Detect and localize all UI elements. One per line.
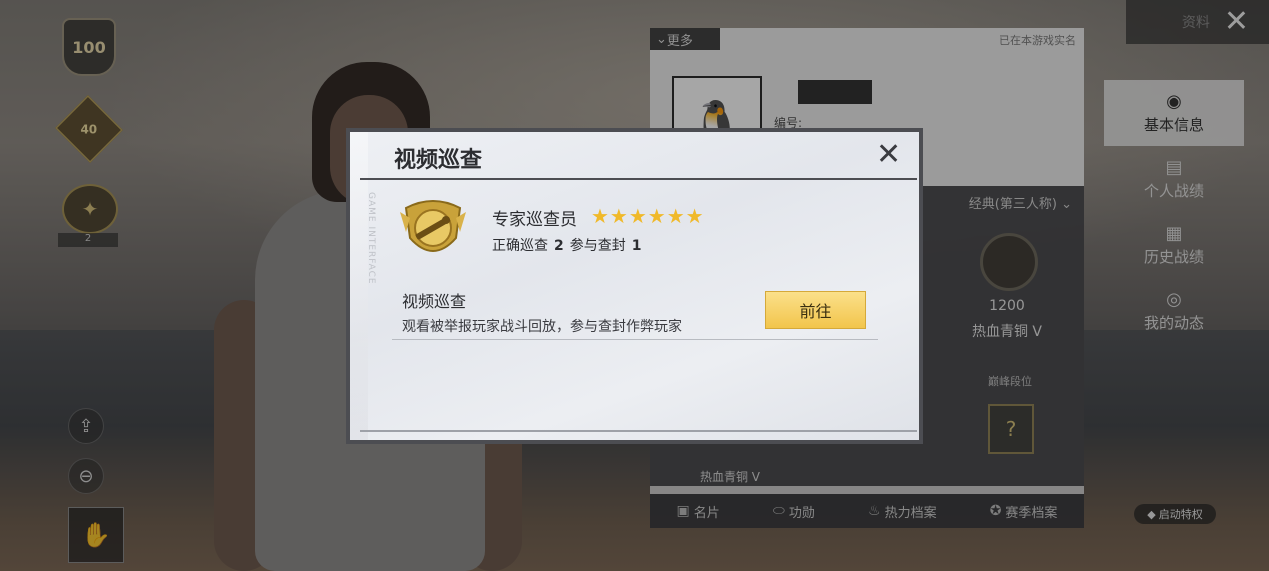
ban-label: 参与查封 bbox=[569, 238, 626, 254]
go-button[interactable]: 前往 bbox=[765, 291, 866, 329]
bottom-divider bbox=[360, 430, 917, 432]
role-stars-icon: ★★★★★★ bbox=[591, 204, 705, 228]
section-divider bbox=[392, 339, 878, 340]
role-title: 专家巡查员 bbox=[492, 210, 577, 230]
section-description: 观看被举报玩家战斗回放，参与查封作弊玩家 bbox=[402, 319, 682, 335]
correct-value: 2 bbox=[554, 238, 564, 254]
video-patrol-modal: 视频巡查 ✕ GAME INTERFACE 专家巡查员 ★★★★★★ 正确巡查 2… bbox=[346, 128, 923, 444]
section-title: 视频巡查 bbox=[402, 292, 467, 311]
title-divider bbox=[360, 178, 917, 180]
modal-body: 视频巡查 ✕ GAME INTERFACE 专家巡查员 ★★★★★★ 正确巡查 2… bbox=[350, 132, 919, 440]
patrol-stats: 正确巡查 2 参与查封 1 bbox=[492, 235, 648, 255]
modal-title: 视频巡查 bbox=[394, 148, 483, 173]
ban-value: 1 bbox=[631, 238, 642, 254]
correct-label: 正确巡查 bbox=[492, 238, 548, 254]
side-decor-text: GAME INTERFACE bbox=[366, 192, 376, 285]
close-icon[interactable]: ✕ bbox=[876, 140, 901, 170]
patrol-medal-icon bbox=[400, 200, 466, 252]
